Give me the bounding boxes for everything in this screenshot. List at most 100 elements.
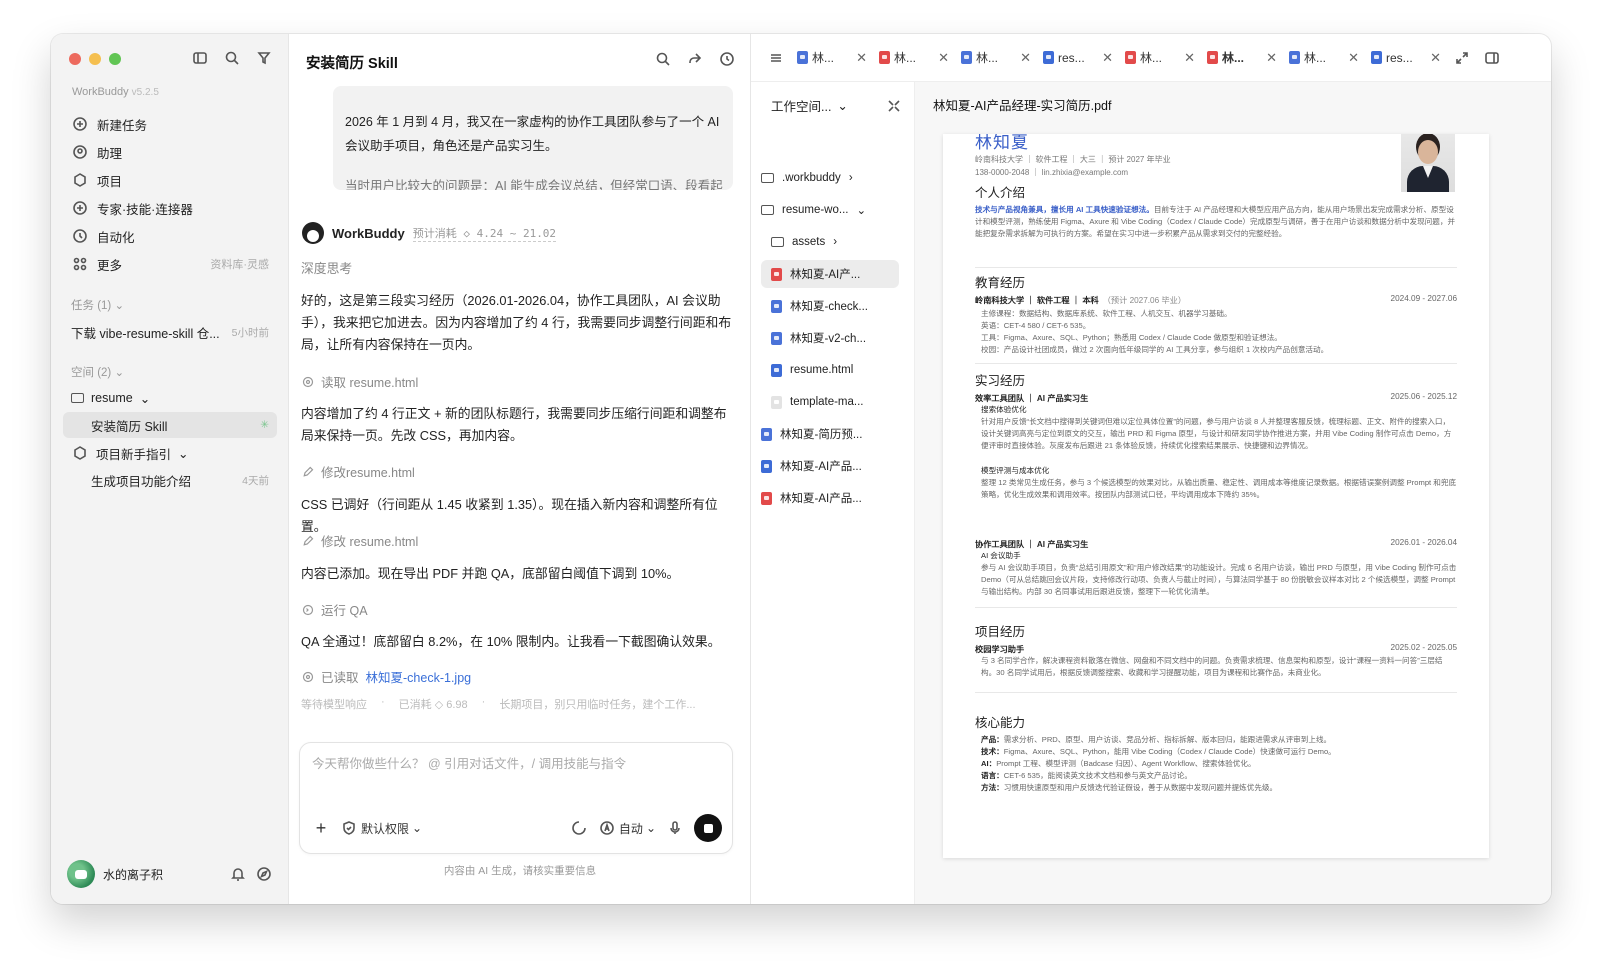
image-file-icon <box>771 331 782 345</box>
resume-name: 林知夏 <box>975 134 1029 152</box>
pdf-file-icon <box>1207 51 1218 64</box>
mode-select[interactable]: 自动 ⌄ <box>598 819 656 837</box>
zoom-window-button[interactable] <box>109 53 121 65</box>
edit-icon <box>301 534 314 547</box>
avatar <box>67 860 95 888</box>
file-tab[interactable]: res... ✕ <box>1043 50 1113 66</box>
assistant-message: 内容增加了约 4 行正文 + 新的团队标题行，我需要同步压缩行间距和调整布局来保… <box>301 406 727 443</box>
workspace-select[interactable]: 工作空间... ⌄ <box>771 96 903 115</box>
stop-button[interactable] <box>694 814 722 842</box>
html-file-icon <box>1371 51 1382 64</box>
tree-item-file[interactable]: 林知夏-check... <box>761 292 899 320</box>
space-item-feature-intro[interactable]: 生成项目功能介绍 4天前 <box>63 467 277 493</box>
image-file-icon <box>797 51 808 64</box>
panel-toggle-icon[interactable] <box>1483 49 1501 67</box>
microphone-icon[interactable] <box>666 819 684 837</box>
spaces-section-label[interactable]: 空间 (2) ⌄ <box>71 364 124 380</box>
tasks-section-label[interactable]: 任务 (1) ⌄ <box>71 297 124 313</box>
close-window-button[interactable] <box>69 53 81 65</box>
menu-icon[interactable] <box>767 49 785 67</box>
resume-page: 林知夏 岭南科技大学 ｜ 软件工程 ｜ 大三 ｜ 预计 2027 年毕业 138… <box>943 134 1489 858</box>
pdf-file-icon <box>771 267 782 281</box>
app-window: WorkBuddy v5.2.5 新建任务 助理 项目 专家·技能·连接器 自动化… <box>51 34 1551 904</box>
expand-icon[interactable] <box>1453 49 1471 67</box>
composer[interactable]: 今天帮你做些什么？ @ 引用对话文件，/ 调用技能与指令 + 默认权限 ⌄ 自动 ⌄ <box>299 742 733 854</box>
plus-icon[interactable]: + <box>312 818 330 838</box>
status-line: 等待模型响应 · 已消耗 ◇ 6.98 · 长期项目，别只用临时任务，建个工作.… <box>301 696 696 711</box>
document-preview[interactable]: 林知夏-AI产品经理-实习简历.pdf 林知夏 岭南科技大学 ｜ 软件工程 ｜ … <box>915 82 1551 904</box>
thinking-label[interactable]: 深度思考 <box>301 258 737 280</box>
tree-item-file[interactable]: 林知夏-AI产品... <box>761 452 899 480</box>
app-version: WorkBuddy v5.2.5 <box>72 86 159 98</box>
close-icon[interactable]: ✕ <box>1348 50 1359 66</box>
tool-step[interactable]: 已读取 林知夏-check-1.jpg <box>301 667 471 686</box>
tool-step[interactable]: 修改 resume.html <box>301 531 418 550</box>
tree-item-folder[interactable]: assets › <box>761 228 899 256</box>
sidebar-toggle-icon[interactable] <box>191 49 209 67</box>
share-icon[interactable] <box>686 50 704 68</box>
chevron-down-icon: ⌄ <box>178 446 189 461</box>
sidebar-item-new-task[interactable]: 新建任务 <box>63 110 277 138</box>
sidebar-item-more[interactable]: 更多 资料库·灵感 <box>63 250 277 278</box>
pdf-file-icon <box>1125 51 1136 64</box>
history-icon[interactable] <box>718 50 736 68</box>
workbuddy-logo-icon <box>302 222 324 244</box>
user-profile[interactable]: 水的离子积 <box>67 858 273 890</box>
search-icon[interactable] <box>654 50 672 68</box>
minimize-window-button[interactable] <box>89 53 101 65</box>
compass-icon[interactable] <box>255 865 273 883</box>
close-icon[interactable]: ✕ <box>1430 50 1441 66</box>
tree-item-file[interactable]: 林知夏-简历预... <box>761 420 899 448</box>
file-tab[interactable]: 林... ✕ <box>1125 49 1195 66</box>
file-tab-active[interactable]: 林... ✕ <box>1207 49 1277 66</box>
close-icon[interactable]: ✕ <box>1266 50 1277 66</box>
filter-icon[interactable] <box>255 49 273 67</box>
tool-step[interactable]: 修改resume.html <box>301 462 415 481</box>
sidebar-item-projects[interactable]: 项目 <box>63 166 277 194</box>
file-tab[interactable]: 林... ✕ <box>1289 49 1359 66</box>
file-tabs: 林... ✕ 林... ✕ 林... ✕ res... ✕ 林... ✕ 林... ✕ 林.… <box>751 34 1551 82</box>
folder-icon <box>761 205 774 215</box>
tree-item-file[interactable]: 林知夏-v2-ch... <box>761 324 899 352</box>
image-file-icon <box>771 299 782 313</box>
bell-icon[interactable] <box>229 865 247 883</box>
collapse-icon[interactable] <box>885 97 903 115</box>
tree-item-folder[interactable]: .workbuddy › <box>761 164 899 192</box>
close-icon[interactable]: ✕ <box>1184 50 1195 66</box>
space-item-onboarding[interactable]: 项目新手指引 ⌄ <box>63 440 277 466</box>
tool-step[interactable]: 运行 QA <box>301 600 368 619</box>
message-input[interactable]: 今天帮你做些什么？ @ 引用对话文件，/ 调用技能与指令 <box>312 753 626 772</box>
sidebar-item-experts[interactable]: 专家·技能·连接器 <box>63 194 277 222</box>
file-tab[interactable]: 林... ✕ <box>797 49 867 66</box>
close-icon[interactable]: ✕ <box>1020 50 1031 66</box>
tool-step[interactable]: 读取 resume.html <box>301 372 418 391</box>
file-link[interactable]: 林知夏-check-1.jpg <box>366 667 472 686</box>
user-message: 2026 年 1 月到 4 月，我又在一家虚构的协作工具团队参与了一个 AI 会… <box>333 86 733 190</box>
resume-photo <box>1401 134 1455 192</box>
tree-item-file[interactable]: resume.html <box>761 356 899 384</box>
permission-select[interactable]: 默认权限 ⌄ <box>340 819 422 837</box>
close-icon[interactable]: ✕ <box>938 50 949 66</box>
project-icon <box>71 171 89 189</box>
edit-icon <box>301 465 314 478</box>
tree-item-folder[interactable]: resume-wo... ⌄ <box>761 196 899 224</box>
tree-item-file[interactable]: 林知夏-AI产品... <box>761 484 899 512</box>
tree-item-file-selected[interactable]: 林知夏-AI产... <box>761 260 899 288</box>
assistant-message: QA 全通过！底部留白 8.2%，在 10% 限制内。让我看一下截图确认效果。 <box>301 634 721 649</box>
task-item[interactable]: 下载 vibe-resume-skill 仓... 5小时前 <box>63 318 277 346</box>
image-file-icon <box>961 51 972 64</box>
file-tab[interactable]: 林... ✕ <box>879 49 949 66</box>
shield-check-icon <box>340 819 358 837</box>
file-tab[interactable]: 林... ✕ <box>961 49 1031 66</box>
file-tab[interactable]: res... ✕ <box>1371 50 1441 66</box>
sidebar-item-assistant[interactable]: 助理 <box>63 138 277 166</box>
sidebar-item-automation[interactable]: 自动化 <box>63 222 277 250</box>
close-icon[interactable]: ✕ <box>856 50 867 66</box>
search-icon[interactable] <box>223 49 241 67</box>
document-file-icon <box>771 395 782 409</box>
space-item-resume[interactable]: resume ⌄ <box>63 385 277 411</box>
close-icon[interactable]: ✕ <box>1102 50 1113 66</box>
sidebar-nav: 新建任务 助理 项目 专家·技能·连接器 自动化 更多 资料库·灵感 <box>63 110 277 278</box>
tree-item-file[interactable]: template-ma... <box>761 388 899 416</box>
space-item-install-skill[interactable]: 安装简历 Skill ✳ <box>63 412 277 438</box>
